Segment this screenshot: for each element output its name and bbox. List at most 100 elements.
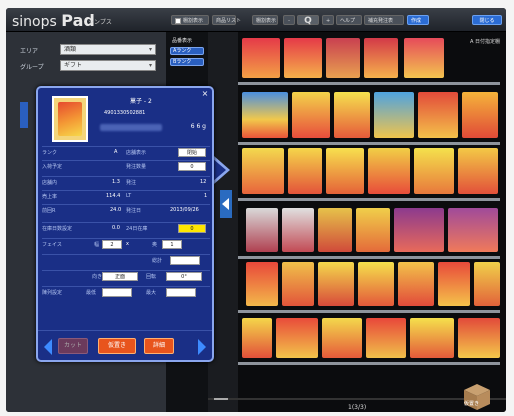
next-product-icon[interactable] [198, 339, 206, 355]
shelf-planogram[interactable]: A 日付指定棚 1(3/3) 仮置き [208, 32, 506, 412]
orientation-select[interactable]: 正面 [102, 272, 138, 281]
average-value: 114.4 [106, 193, 121, 199]
product-item[interactable] [318, 208, 352, 252]
temporary-box-button[interactable]: 仮置き [460, 380, 494, 412]
product-name: 菓子 - 2 [130, 98, 152, 105]
face-width-input[interactable]: 2 [102, 240, 122, 249]
shelf-display-checkbox[interactable]: 棚割表示 [171, 15, 209, 25]
product-item[interactable] [326, 38, 360, 78]
product-item[interactable] [284, 38, 322, 78]
product-item[interactable] [368, 148, 410, 194]
scroll-thumb[interactable] [214, 398, 228, 400]
product-item[interactable] [394, 208, 444, 252]
product-item[interactable] [242, 148, 284, 194]
product-item[interactable] [356, 208, 390, 252]
face-x: x [126, 241, 129, 247]
shelf-view-button[interactable]: 棚割表示 [252, 15, 278, 25]
close-icon[interactable]: × [201, 90, 209, 98]
rank-a-button[interactable]: Aランク [170, 47, 204, 55]
shelf-board [238, 362, 500, 365]
shelf-tag: A 日付指定棚 [469, 39, 500, 45]
rank-label: ランク [42, 150, 58, 156]
product-item[interactable] [474, 262, 500, 306]
stock-24-input[interactable]: 0 [178, 224, 206, 233]
shelf-board [238, 256, 500, 259]
product-item[interactable] [448, 208, 498, 252]
product-item[interactable] [318, 262, 354, 306]
product-item[interactable] [288, 148, 322, 194]
order-date-value: 2013/09/26 [170, 207, 199, 213]
temporary-place-button[interactable]: 仮置き [98, 338, 136, 354]
stock-24-label: 24日在庫 [126, 226, 148, 232]
product-item[interactable] [438, 262, 470, 306]
group-select[interactable]: ギフト ▾ [60, 60, 156, 71]
product-item[interactable] [374, 92, 414, 138]
search-button[interactable]: Q [297, 15, 319, 26]
help-button[interactable]: ヘルプ [336, 15, 362, 25]
stock-days-label: 在庫日数設定 [42, 226, 73, 232]
product-item[interactable] [292, 92, 330, 138]
zoom-out-button[interactable]: - [283, 15, 295, 25]
group-value: ギフト [64, 62, 83, 69]
face-label: フェイス [42, 242, 62, 248]
product-item[interactable] [414, 148, 454, 194]
product-item[interactable] [246, 262, 278, 306]
product-item[interactable] [276, 318, 318, 358]
group-label: グループ [20, 64, 44, 71]
product-item[interactable] [458, 148, 498, 194]
prev-shelf-arrow-icon[interactable] [220, 190, 232, 218]
product-item[interactable] [410, 318, 454, 358]
display-select[interactable]: 閉始 [178, 148, 206, 157]
product-item[interactable] [242, 92, 288, 138]
plan-row: 入荷予定 発注数量 0 [42, 160, 210, 172]
display-setting-row: 陳列設定 最低 最大 [42, 286, 210, 298]
selected-list-marker[interactable] [20, 102, 28, 128]
lt-value: 1 [204, 193, 208, 199]
prev-product-icon[interactable] [44, 339, 52, 355]
order-qty-input[interactable]: 0 [178, 162, 206, 171]
product-item[interactable] [282, 262, 314, 306]
rank-b-button[interactable]: Bランク [170, 58, 204, 66]
area-select[interactable]: 酒類 ▾ [60, 44, 156, 55]
product-item[interactable] [242, 318, 272, 358]
create-button[interactable]: 作成 [407, 15, 429, 25]
product-item[interactable] [366, 318, 406, 358]
sales-value: 1.3 [112, 179, 120, 185]
max-input[interactable] [166, 288, 196, 297]
close-button[interactable]: 閉じる [472, 15, 502, 25]
product-item[interactable] [364, 38, 398, 78]
app-title-prefix: sinops [12, 14, 57, 30]
rotate-select[interactable]: 0° [166, 272, 202, 281]
product-item[interactable] [358, 262, 394, 306]
box-icon [464, 384, 490, 410]
product-item[interactable] [398, 262, 434, 306]
product-item[interactable] [322, 318, 362, 358]
top-toolbar: sinops Pad シンプス 棚割表示 商品リスト 棚割表示 - Q + ヘル… [6, 8, 506, 32]
product-item[interactable] [404, 38, 444, 78]
detail-button[interactable]: 詳細 [144, 338, 174, 354]
product-image [52, 96, 88, 142]
cut-button[interactable]: カット [58, 338, 88, 354]
product-item[interactable] [334, 92, 370, 138]
order-sheet-button[interactable]: 補充発注表 [364, 15, 404, 25]
min-label: 最低 [86, 290, 97, 296]
popup-pointer-fill [212, 158, 226, 182]
orientation-row: 向き 正面 回転 0° [42, 270, 210, 282]
product-item[interactable] [418, 92, 458, 138]
face-width-label: 幅 [94, 242, 100, 248]
rank-value: A [114, 149, 118, 155]
product-item[interactable] [246, 208, 278, 252]
area-label: エリア [20, 48, 39, 55]
face-depth-input[interactable]: 1 [162, 240, 182, 249]
product-item[interactable] [242, 38, 280, 78]
min-input[interactable] [102, 288, 132, 297]
order-date-label: 発注日 [126, 208, 142, 214]
product-description-redacted [100, 124, 162, 131]
product-list-button[interactable]: 商品リスト [212, 15, 241, 25]
total-input[interactable] [170, 256, 200, 265]
product-item[interactable] [326, 148, 364, 194]
product-item[interactable] [462, 92, 498, 138]
product-item[interactable] [282, 208, 314, 252]
product-item[interactable] [458, 318, 500, 358]
zoom-in-button[interactable]: + [322, 15, 334, 25]
